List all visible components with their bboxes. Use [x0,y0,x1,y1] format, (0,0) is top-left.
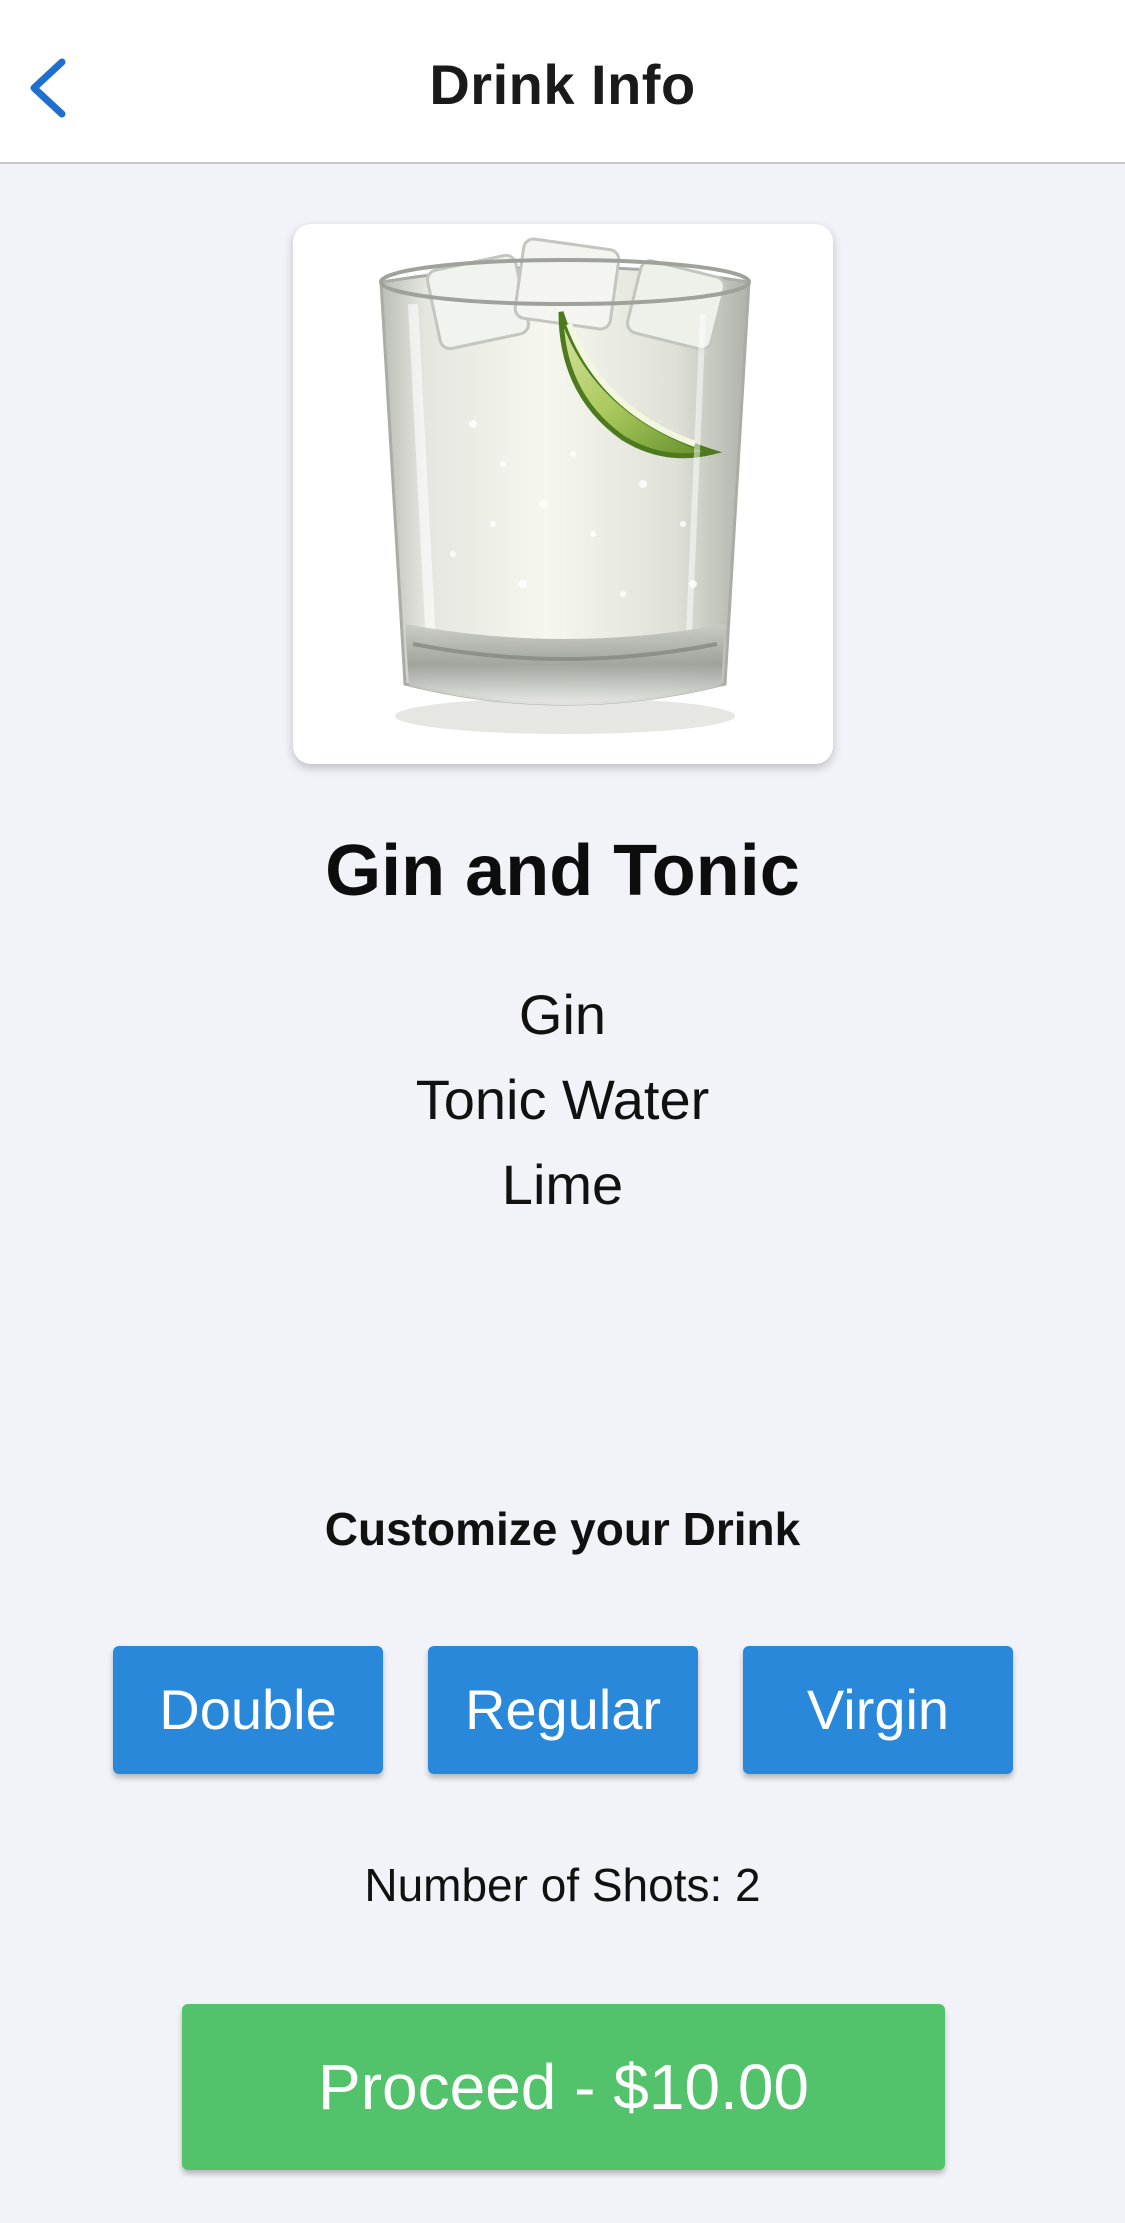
drink-name: Gin and Tonic [325,831,800,911]
page-title: Drink Info [429,53,696,116]
drink-image-card [293,224,833,764]
ingredients-list: Gin Tonic Water Lime [0,972,1125,1227]
ingredient-item: Lime [501,1153,624,1216]
ingredient-item: Gin [518,983,607,1046]
nav-header: Drink Info [0,0,1125,164]
customize-heading: Customize your Drink [324,1503,801,1555]
virgin-button[interactable]: Virgin [743,1646,1013,1774]
shots-count-label: Number of Shots: 2 [364,1859,761,1911]
regular-button[interactable]: Regular [428,1646,698,1774]
double-button[interactable]: Double [113,1646,383,1774]
ingredient-item: Tonic Water [415,1068,710,1131]
proceed-button[interactable]: Proceed - $10.00 [182,2004,945,2170]
drink-image [379,237,751,734]
